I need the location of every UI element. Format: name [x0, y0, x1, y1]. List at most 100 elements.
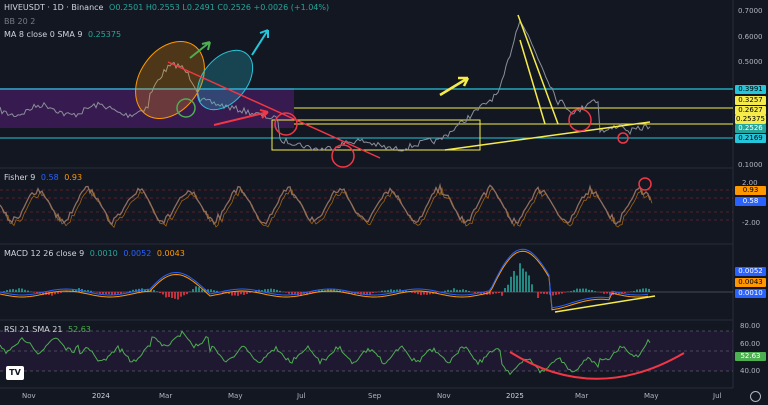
macd-histogram-bar — [369, 292, 371, 295]
macd-histogram-bar — [444, 290, 446, 292]
macd-histogram-bar — [240, 292, 242, 295]
time-tick: 2025 — [506, 392, 524, 400]
macd-histogram-bar — [249, 292, 251, 293]
macd-value-2: 0.0052 — [123, 249, 152, 258]
macd-histogram-bar — [426, 292, 428, 295]
macd-histogram-bar — [648, 288, 650, 292]
macd-histogram-bar — [246, 292, 248, 294]
macd-histogram-bar — [117, 292, 119, 294]
macd-tag-2: 0.0010 — [735, 289, 766, 298]
time-tick: Nov — [22, 392, 36, 400]
macd-histogram-bar — [6, 290, 8, 292]
macd-histogram-bar — [387, 290, 389, 292]
macd-histogram-bar — [474, 292, 476, 294]
macd-histogram-bar — [561, 292, 563, 294]
macd-histogram-bar — [570, 291, 572, 292]
macd-trend-line — [554, 295, 656, 313]
price-tick: 0.7000 — [738, 7, 763, 15]
macd-histogram-bar — [501, 292, 503, 296]
fisher-value-1: 0.58 — [40, 173, 59, 182]
macd-histogram-bar — [156, 291, 158, 292]
macd-histogram-bar — [624, 292, 626, 293]
macd-histogram-bar — [348, 292, 350, 293]
macd-histogram-bar — [414, 292, 416, 294]
circle-marker — [331, 144, 355, 168]
macd-histogram-bar — [237, 292, 239, 296]
macd-histogram-bar — [33, 292, 35, 293]
macd-histogram-bar — [504, 288, 506, 292]
fisher-legend[interactable]: Fisher 9 0.58 0.93 — [4, 173, 85, 183]
chart-canvas[interactable] — [0, 0, 768, 405]
macd-histogram-bar — [420, 292, 422, 296]
macd-histogram-bar — [468, 290, 470, 292]
macd-histogram-bar — [60, 292, 62, 293]
time-tick: May — [644, 392, 659, 400]
macd-histogram-bar — [27, 290, 29, 292]
macd-histogram-bar — [291, 292, 293, 295]
macd-histogram-bar — [99, 292, 101, 294]
bb-label: BB 20 2 — [4, 17, 36, 26]
macd-tag-0: 0.0052 — [735, 267, 766, 276]
macd-histogram-bar — [642, 288, 644, 292]
ma-legend[interactable]: MA 8 close 0 SMA 9 0.25375 — [4, 30, 124, 40]
rsi-value: 52.63 — [67, 325, 91, 334]
macd-histogram-bar — [417, 292, 419, 295]
macd-histogram-bar — [411, 292, 413, 293]
macd-histogram-bar — [465, 290, 467, 292]
macd-histogram-bar — [243, 292, 245, 295]
macd-histogram-bar — [576, 288, 578, 292]
time-tick: Jul — [713, 392, 722, 400]
macd-tag-1: 0.0043 — [735, 278, 766, 287]
macd-histogram-bar — [216, 290, 218, 292]
circle-marker — [638, 177, 652, 191]
bb-legend[interactable]: BB 20 2 — [4, 17, 38, 27]
macd-signal-series — [0, 250, 649, 311]
price-series — [0, 19, 651, 152]
time-tick: May — [228, 392, 243, 400]
gear-icon[interactable] — [750, 391, 761, 402]
macd-histogram-bar — [552, 292, 554, 296]
ma-value: 0.25375 — [87, 30, 122, 39]
ohlc-values: O0.2501 H0.2553 L0.2491 C0.2526 +0.0026 … — [109, 3, 330, 12]
time-tick: Mar — [575, 392, 589, 400]
arrow-yellow — [439, 76, 470, 97]
macd-histogram-bar — [375, 292, 377, 293]
macd-histogram-bar — [519, 263, 521, 292]
macd-histogram-bar — [513, 270, 515, 292]
rsi-legend[interactable]: RSI 21 SMA 21 52.63 — [4, 325, 94, 335]
macd-label: MACD 12 26 close 9 — [4, 249, 85, 258]
macd-histogram-bar — [153, 290, 155, 292]
macd-histogram-bar — [12, 288, 14, 292]
rsi-tick: 60.00 — [740, 340, 761, 348]
macd-histogram-bar — [3, 291, 5, 292]
macd-histogram-bar — [510, 276, 512, 292]
macd-histogram-bar — [210, 289, 212, 292]
macd-histogram-bar — [594, 291, 596, 292]
rsi-tick: 80.00 — [740, 322, 761, 330]
price-tag-2: 0.2627 — [735, 106, 766, 115]
price-tick: 0.1000 — [738, 161, 763, 169]
macd-histogram-bar — [372, 292, 374, 294]
macd-histogram-bar — [546, 292, 548, 295]
rsi-tag: 52.63 — [735, 352, 766, 361]
symbol-title[interactable]: HIVEUSDT · 1D · Binance — [4, 3, 103, 12]
macd-histogram-bar — [15, 289, 17, 292]
macd-histogram-bar — [285, 292, 287, 293]
macd-histogram-bar — [162, 292, 164, 295]
macd-histogram-bar — [276, 289, 278, 292]
macd-histogram-bar — [453, 288, 455, 292]
macd-histogram-bar — [18, 288, 20, 292]
macd-histogram-bar — [591, 290, 593, 292]
time-tick: 2024 — [92, 392, 110, 400]
macd-histogram-bar — [606, 292, 608, 294]
macd-histogram-bar — [288, 292, 290, 294]
macd-histogram-bar — [537, 292, 539, 299]
macd-histogram-bar — [600, 292, 602, 293]
time-tick: Mar — [159, 392, 173, 400]
fisher-series — [0, 182, 651, 226]
macd-histogram-bar — [21, 288, 23, 292]
macd-legend[interactable]: MACD 12 26 close 9 0.0010 0.0052 0.0043 — [4, 249, 188, 259]
price-tag-3: 0.25375 — [735, 115, 766, 124]
macd-histogram-bar — [636, 289, 638, 292]
price-tag-5: 0.2169 — [735, 134, 766, 143]
